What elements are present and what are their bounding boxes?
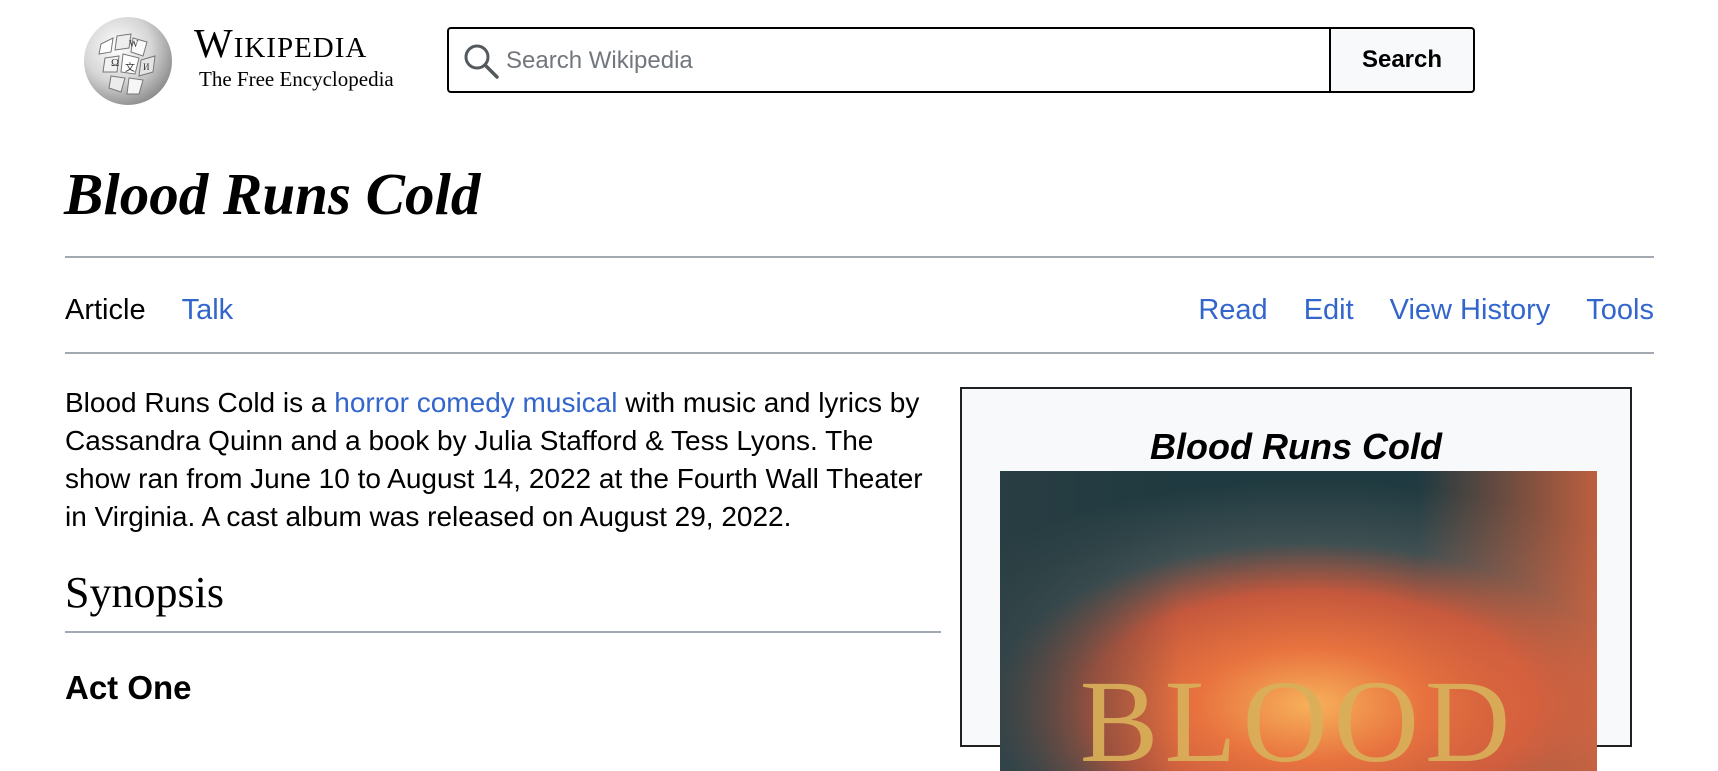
divider [65,256,1654,258]
section-divider [65,631,941,633]
wordmark-title: Wikipedia [194,20,368,66]
tab-tools[interactable]: Tools [1586,294,1654,326]
tab-talk[interactable]: Talk [182,294,234,326]
infobox-title: Blood Runs Cold [1150,426,1442,467]
svg-text:Ω: Ω [111,57,119,69]
wikipedia-wordmark[interactable]: Wikipedia The Free Encyclopedia [194,20,394,92]
poster-image[interactable]: BLOOD [1000,471,1597,771]
tab-read[interactable]: Read [1198,294,1267,326]
wordmark-tagline: The Free Encyclopedia [199,67,394,91]
horror-comedy-musical-link[interactable]: horror comedy musical [334,387,617,418]
search-icon [462,42,500,80]
poster-title-text: BLOOD [1080,656,1516,771]
divider [65,352,1654,354]
svg-text:И: И [143,62,150,72]
section-heading-synopsis: Synopsis [65,568,224,617]
namespace-tabs: Article Talk [65,293,269,327]
view-tabs: Read Edit View History Tools [1162,293,1654,327]
search-input[interactable] [504,40,1308,82]
intro-text: Blood Runs Cold is a [65,387,335,418]
infobox: Blood Runs Cold BLOOD [960,387,1632,771]
header: Ω W И 文 Wikipedia The Free Encyclopedia … [0,0,1718,110]
subsection-heading-act-one: Act One [65,669,192,706]
article-body: Blood Runs Cold is a horror comedy music… [65,384,945,536]
wikipedia-globe-icon[interactable]: Ω W И 文 [81,14,175,108]
search-button[interactable]: Search [1329,27,1475,93]
svg-text:文: 文 [125,61,135,74]
tab-article[interactable]: Article [65,294,146,326]
svg-text:W: W [129,39,139,50]
tab-edit[interactable]: Edit [1304,294,1354,326]
tab-view-history[interactable]: View History [1390,294,1551,326]
intro-paragraph: Blood Runs Cold is a horror comedy music… [65,384,945,536]
page-title: Blood Runs Cold [64,161,481,227]
